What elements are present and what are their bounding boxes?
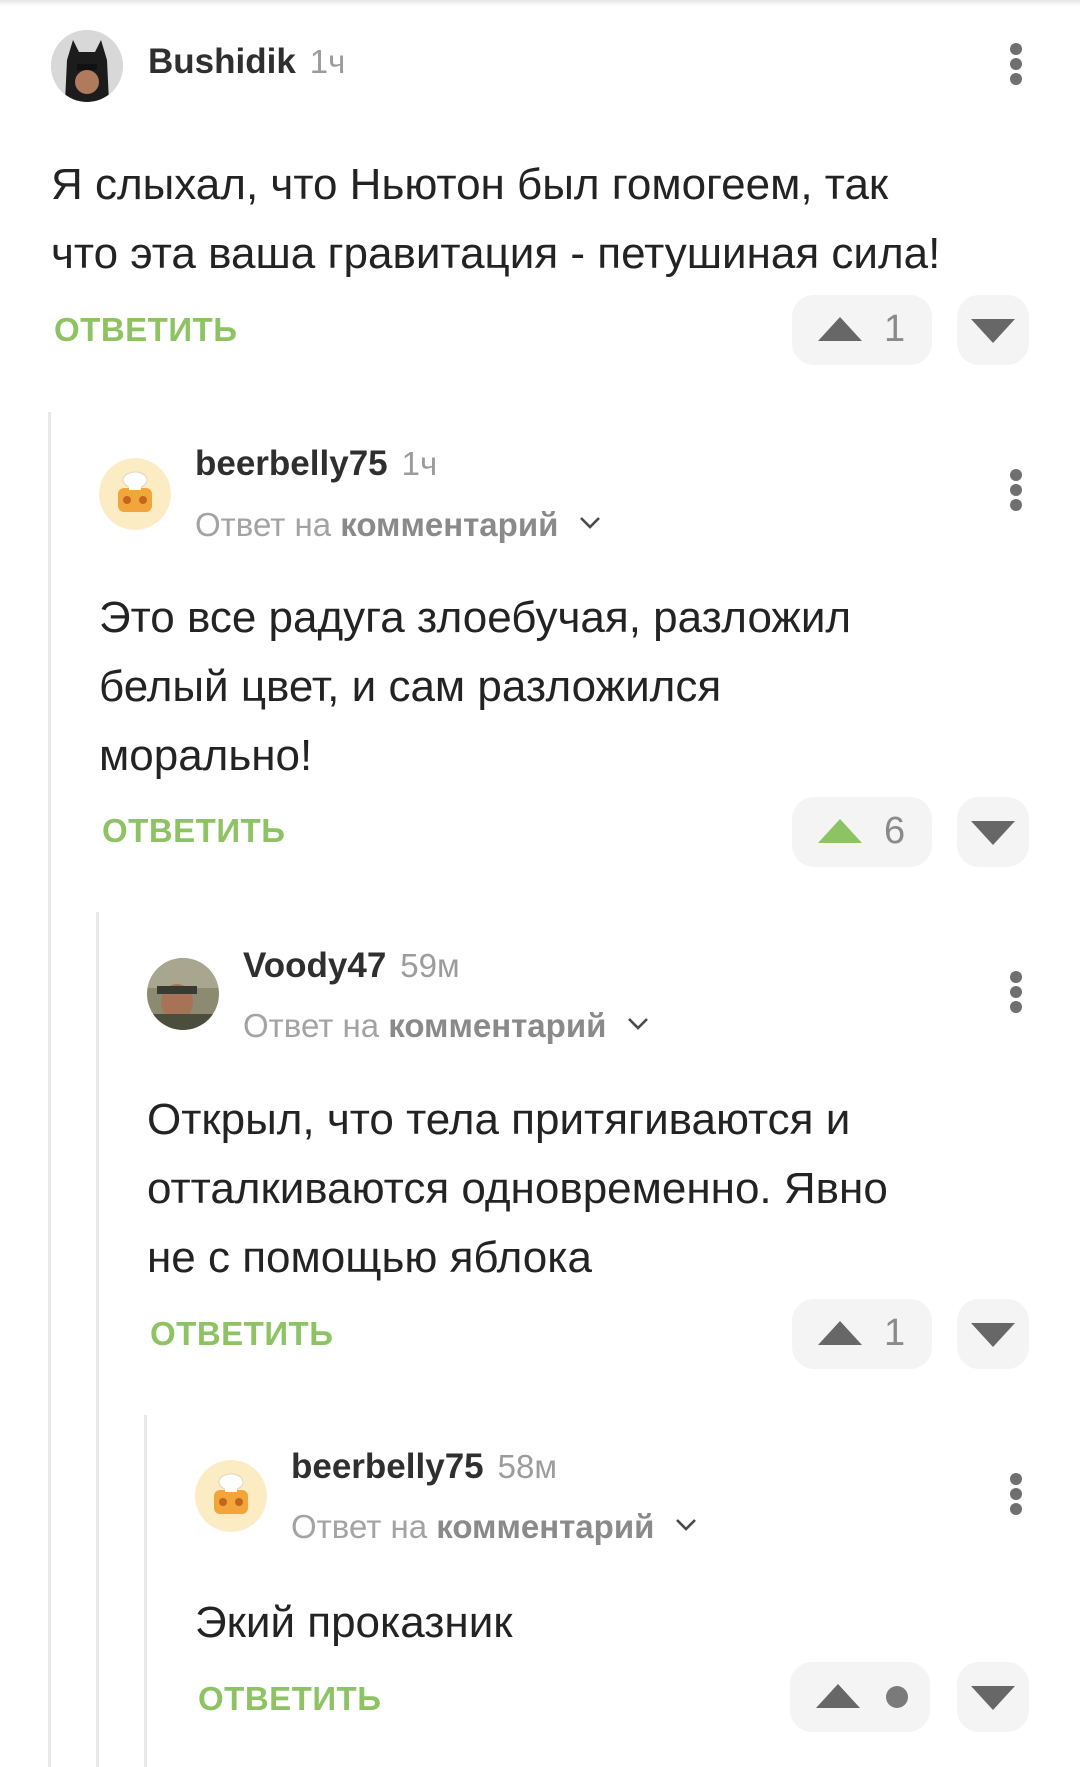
- reply-to-link[interactable]: Ответ на комментарий: [291, 1508, 698, 1546]
- rating-count: 6: [884, 810, 906, 852]
- comment-time: 1ч: [401, 445, 438, 482]
- comment-menu-button[interactable]: [1001, 464, 1031, 514]
- comment-text: Открыл, что тела притягиваются и отталки…: [147, 1085, 888, 1292]
- triangle-down-icon: [971, 319, 1015, 343]
- comment-text-line: Я слыхал, что Ньютон был гомогеем, так: [51, 160, 889, 209]
- author-name[interactable]: Voody47 59м: [243, 946, 460, 986]
- author-name-text: beerbelly75: [195, 444, 388, 483]
- reply-button[interactable]: ОТВЕТИТЬ: [54, 311, 237, 349]
- comment-text: Экий проказник: [195, 1588, 513, 1657]
- upvote-button[interactable]: [790, 1662, 930, 1732]
- thread-line: [96, 912, 99, 1767]
- triangle-up-icon: [816, 1684, 860, 1708]
- reply-button[interactable]: ОТВЕТИТЬ: [102, 812, 285, 850]
- triangle-up-icon: [818, 1321, 862, 1345]
- avatar[interactable]: [195, 1460, 267, 1532]
- comment-time: 1ч: [309, 43, 346, 80]
- chef-avatar-icon: [99, 458, 171, 530]
- thread-line: [144, 1415, 147, 1767]
- comment-text-line: что эта ваша гравитация - петушиная сила…: [51, 229, 941, 278]
- reply-to-target: комментарий: [436, 1508, 655, 1545]
- reply-to-target: комментарий: [388, 1007, 607, 1044]
- triangle-down-icon: [971, 1323, 1015, 1347]
- upvote-button[interactable]: 1: [792, 1299, 932, 1369]
- comment-text-line: Открыл, что тела притягиваются и: [147, 1095, 851, 1144]
- triangle-up-icon: [818, 317, 862, 341]
- reply-to-target: комментарий: [340, 506, 559, 543]
- chevron-down-icon: [627, 1018, 648, 1031]
- author-name[interactable]: Bushidik 1ч: [148, 42, 345, 82]
- photo-avatar-icon: [147, 958, 219, 1030]
- thread-line: [48, 412, 51, 1767]
- reply-button[interactable]: ОТВЕТИТЬ: [198, 1680, 381, 1718]
- comment-text-line: не с помощью яблока: [147, 1233, 592, 1282]
- avatar[interactable]: [51, 30, 123, 102]
- reply-to-link[interactable]: Ответ на комментарий: [195, 506, 602, 544]
- comment-time: 59м: [400, 947, 460, 984]
- comment-menu-button[interactable]: [1001, 38, 1031, 88]
- author-name[interactable]: beerbelly75 58м: [291, 1447, 557, 1487]
- comment-text-line: Это все радуга злоебучая, разложил: [99, 593, 852, 642]
- author-name[interactable]: beerbelly75 1ч: [195, 444, 437, 484]
- chevron-down-icon: [675, 1519, 696, 1532]
- author-name-text: Voody47: [243, 946, 387, 985]
- comment-text: Я слыхал, что Ньютон был гомогеем, так ч…: [51, 150, 940, 288]
- chef-avatar-icon: [195, 1460, 267, 1532]
- chevron-down-icon: [579, 517, 600, 530]
- upvote-button[interactable]: 6: [792, 797, 932, 867]
- triangle-up-icon: [818, 819, 862, 843]
- avatar[interactable]: [99, 458, 171, 530]
- comment-text-line: морально!: [99, 731, 313, 780]
- comment-text: Это все радуга злоебучая, разложил белый…: [99, 583, 851, 790]
- downvote-button[interactable]: [957, 1299, 1029, 1369]
- comment-text-line: отталкиваются одновременно. Явно: [147, 1164, 888, 1213]
- reply-to-prefix: Ответ на: [195, 506, 332, 543]
- batman-avatar-icon: [51, 30, 123, 102]
- comment-time: 58м: [497, 1448, 558, 1485]
- top-divider: [0, 0, 1080, 6]
- downvote-button[interactable]: [957, 295, 1029, 365]
- reply-button[interactable]: ОТВЕТИТЬ: [150, 1315, 333, 1353]
- avatar[interactable]: [147, 958, 219, 1030]
- upvote-button[interactable]: 1: [792, 295, 932, 365]
- triangle-down-icon: [971, 821, 1015, 845]
- comment-text-line: белый цвет, и сам разложился: [99, 662, 722, 711]
- reply-to-prefix: Ответ на: [291, 1508, 428, 1545]
- triangle-down-icon: [971, 1686, 1015, 1710]
- rating-count: 1: [884, 308, 906, 350]
- reply-to-prefix: Ответ на: [243, 1007, 380, 1044]
- comment-menu-button[interactable]: [1001, 966, 1031, 1016]
- author-name-text: Bushidik: [148, 42, 296, 81]
- comment-text-line: Экий проказник: [195, 1598, 513, 1647]
- reply-to-link[interactable]: Ответ на комментарий: [243, 1007, 650, 1045]
- downvote-button[interactable]: [957, 797, 1029, 867]
- dot-icon: [886, 1686, 908, 1708]
- author-name-text: beerbelly75: [291, 1447, 484, 1486]
- rating-count: 1: [884, 1312, 906, 1354]
- comment-menu-button[interactable]: [1001, 1468, 1031, 1518]
- downvote-button[interactable]: [957, 1662, 1029, 1732]
